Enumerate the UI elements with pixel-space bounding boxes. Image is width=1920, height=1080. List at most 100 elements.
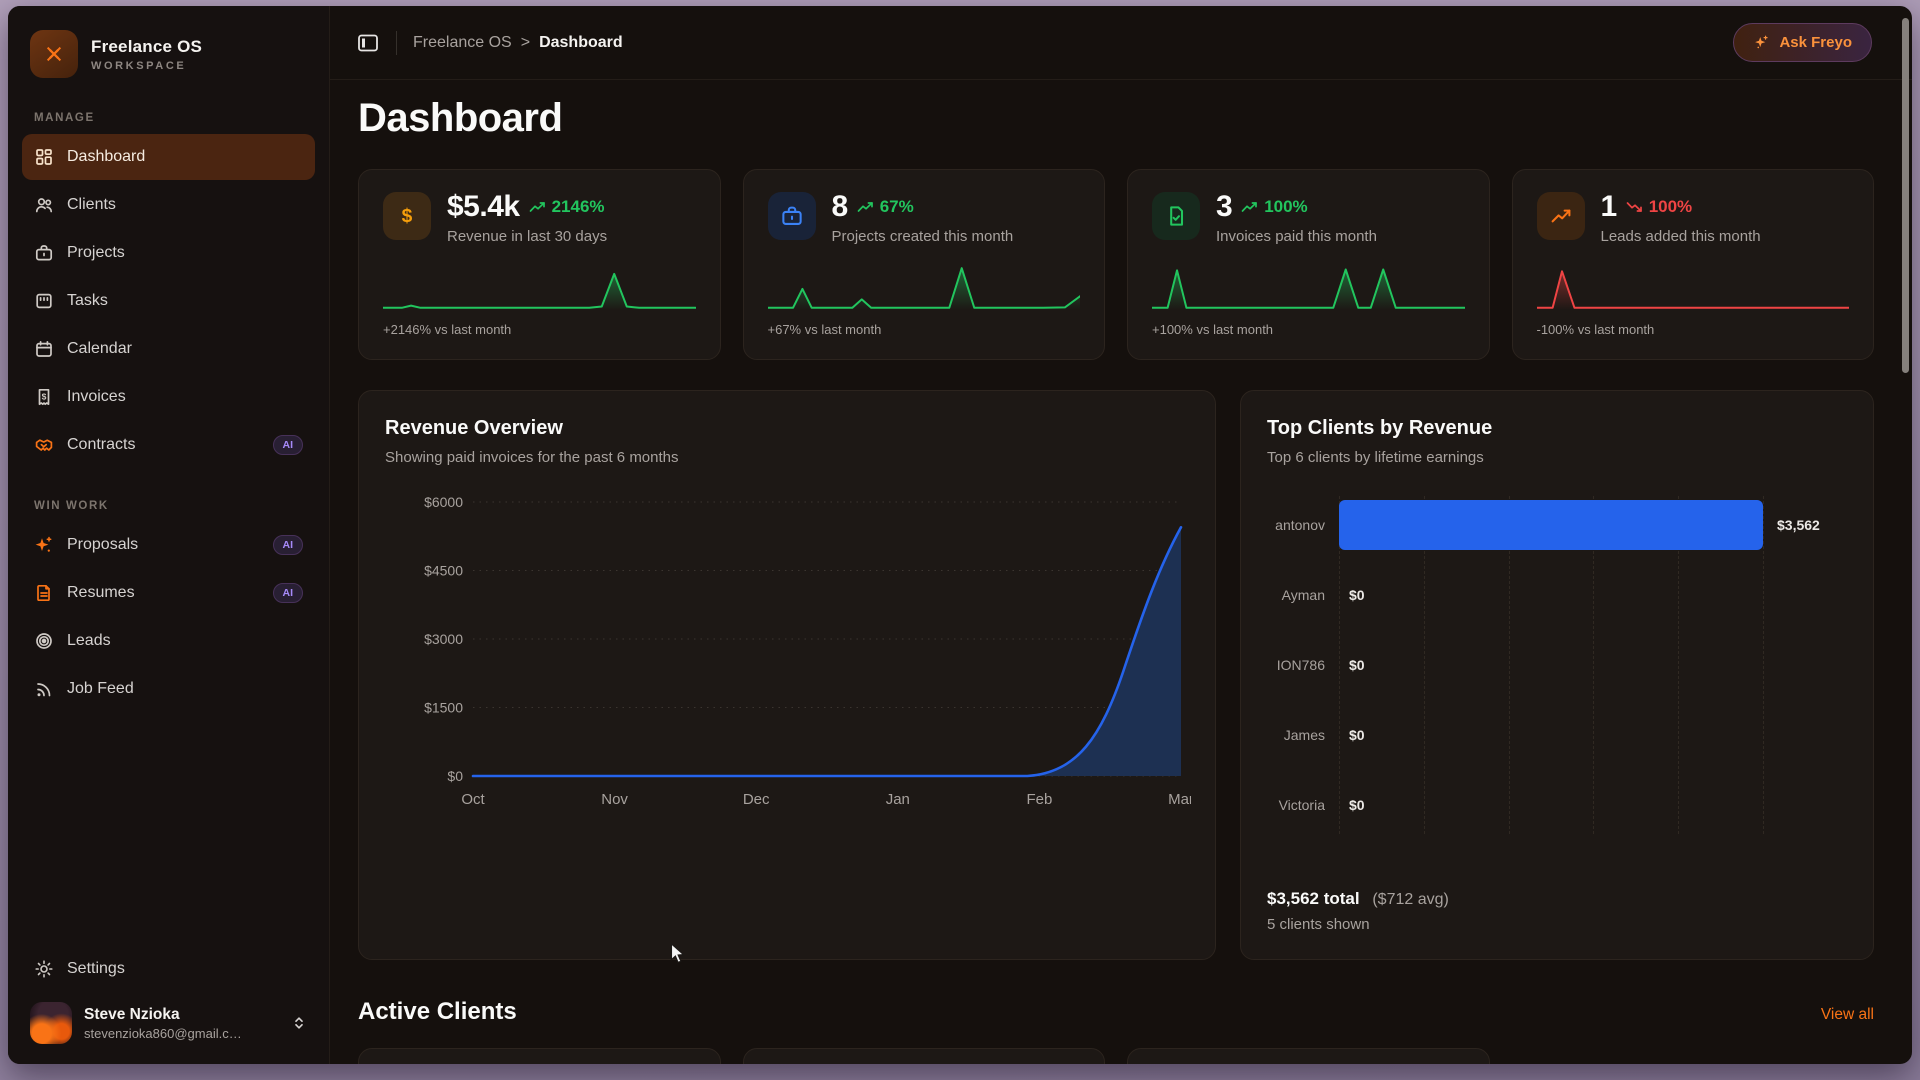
- main-content: Dashboard $ $5.4k 2146% Revenue in last …: [330, 80, 1912, 1064]
- revenue-panel-title: Revenue Overview: [385, 417, 1189, 440]
- svg-text:Oct: Oct: [461, 791, 485, 808]
- svg-text:$0: $0: [447, 768, 463, 784]
- stat-trend-value: 2146%: [552, 197, 605, 217]
- revenue-panel-subtitle: Showing paid invoices for the past 6 mon…: [385, 449, 1189, 466]
- sidebar-item-resumes[interactable]: Resumes AI: [22, 570, 315, 616]
- sidebar-toggle-icon[interactable]: [356, 31, 380, 55]
- svg-text:Dec: Dec: [743, 791, 770, 808]
- briefcase-icon: [34, 243, 54, 263]
- sidebar-item-contracts[interactable]: ContractsAI: [22, 422, 315, 468]
- stat-trend: 100%: [1241, 197, 1307, 217]
- revenue-overview-panel: Revenue Overview Showing paid invoices f…: [358, 390, 1216, 960]
- clients-bar-chart: antonov $3,562 Ayman $0 ION786 $0 James …: [1267, 490, 1847, 840]
- scrollbar-thumb[interactable]: [1902, 18, 1909, 373]
- client-bar-row: James $0: [1267, 700, 1847, 770]
- sidebar-item-tasks[interactable]: Tasks: [22, 278, 315, 324]
- sidebar-item-projects[interactable]: Projects: [22, 230, 315, 276]
- client-bar-track: $0: [1339, 700, 1847, 770]
- sidebar-item-label: Calendar: [67, 340, 303, 358]
- ai-badge: AI: [273, 583, 304, 604]
- stat-card-header: 8 67% Projects created this month: [768, 192, 1081, 245]
- breadcrumb-root[interactable]: Freelance OS: [413, 34, 512, 52]
- client-bar-track: $3,562: [1339, 490, 1847, 560]
- target-icon: [34, 631, 54, 651]
- ai-badge: AI: [273, 535, 304, 556]
- nav-section-label-manage: MANAGE: [34, 112, 315, 124]
- calendar-icon: [34, 339, 54, 359]
- stat-footer: +67% vs last month: [768, 322, 1081, 337]
- sidebar-item-settings[interactable]: Settings: [22, 946, 315, 992]
- workspace-subtitle: WORKSPACE: [91, 60, 202, 72]
- stat-card-header: 3 100% Invoices paid this month: [1152, 192, 1465, 245]
- svg-text:Mar: Mar: [1168, 791, 1191, 808]
- client-bar-label: ION786: [1267, 657, 1325, 673]
- client-bar-row: Ayman $0: [1267, 560, 1847, 630]
- active-clients-header: Active Clients View all: [358, 998, 1874, 1026]
- sidebar-item-proposals[interactable]: Proposals AI: [22, 522, 315, 568]
- stat-label: Invoices paid this month: [1216, 228, 1377, 245]
- chevrons-up-down-icon: [291, 1015, 307, 1031]
- client-bar[interactable]: [1339, 500, 1763, 550]
- clients-count: 5 clients shown: [1267, 916, 1847, 933]
- sidebar-item-label: Resumes: [67, 584, 260, 602]
- sidebar-item-invoices[interactable]: $Invoices: [22, 374, 315, 420]
- sidebar-item-label: Tasks: [67, 292, 303, 310]
- user-menu[interactable]: Steve Nzioka stevenzioka860@gmail.c…: [22, 994, 315, 1046]
- client-bar-track: $0: [1339, 770, 1847, 840]
- stat-footer: +100% vs last month: [1152, 322, 1465, 337]
- sidebar-item-label: Projects: [67, 244, 303, 262]
- svg-text:Jan: Jan: [886, 791, 910, 808]
- client-card-antonov-and-patners[interactable]: antonov and patners: [358, 1048, 721, 1064]
- invoice-icon: $: [34, 387, 54, 407]
- client-bar-row: Victoria $0: [1267, 770, 1847, 840]
- client-bar-value: $0: [1349, 727, 1365, 743]
- trend-down-icon: [1626, 198, 1644, 216]
- user-name: Steve Nzioka: [84, 1006, 279, 1024]
- client-bar-label: antonov: [1267, 517, 1325, 533]
- rss-icon: [34, 679, 54, 699]
- trend-up-icon: [1241, 198, 1259, 216]
- sidebar-item-label: Dashboard: [67, 148, 303, 166]
- ask-freyo-button[interactable]: Ask Freyo: [1733, 23, 1872, 62]
- clients-total-line: $3,562 total ($712 avg): [1267, 889, 1847, 909]
- sidebar-item-label: Clients: [67, 196, 303, 214]
- client-bar-track: $0: [1339, 630, 1847, 700]
- client-bar-value: $0: [1349, 657, 1365, 673]
- view-all-link[interactable]: View all: [1821, 1006, 1874, 1024]
- stat-cards-row: $ $5.4k 2146% Revenue in last 30 days +2…: [358, 169, 1874, 360]
- sparkle-icon: [1753, 34, 1770, 51]
- workspace-header[interactable]: Freelance OS WORKSPACE: [22, 26, 315, 82]
- sidebar-item-job-feed[interactable]: Job Feed: [22, 666, 315, 712]
- sidebar-item-dashboard[interactable]: Dashboard: [22, 134, 315, 180]
- sidebar-item-leads[interactable]: Leads: [22, 618, 315, 664]
- active-clients-title: Active Clients: [358, 998, 517, 1026]
- client-bar-label: Victoria: [1267, 797, 1325, 813]
- client-bar-row: ION786 $0: [1267, 630, 1847, 700]
- stat-card-header: $ $5.4k 2146% Revenue in last 30 days: [383, 192, 696, 245]
- stat-value: $5.4k: [447, 192, 520, 222]
- sidebar-item-clients[interactable]: Clients: [22, 182, 315, 228]
- sidebar-item-label: Leads: [67, 632, 303, 650]
- content-column: Freelance OS > Dashboard Ask Freyo Dashb…: [330, 6, 1912, 1064]
- user-email: stevenzioka860@gmail.c…: [84, 1026, 279, 1041]
- workspace-meta: Freelance OS WORKSPACE: [91, 37, 202, 72]
- settings-label: Settings: [67, 960, 303, 978]
- client-bar-row: antonov $3,562: [1267, 490, 1847, 560]
- client-card-james-mwangi[interactable]: James Mwangi: [743, 1048, 1106, 1064]
- resume-icon: [34, 583, 54, 603]
- svg-text:$: $: [42, 392, 47, 402]
- sidebar-item-label: Job Feed: [67, 680, 303, 698]
- client-bar-label: James: [1267, 727, 1325, 743]
- workspace-logo-icon: [30, 30, 78, 78]
- active-clients-grid: antonov and patners James Mwangi Ayman: [358, 1048, 1874, 1064]
- topbar-divider: [396, 31, 397, 55]
- stat-label: Projects created this month: [832, 228, 1014, 245]
- breadcrumb-separator: >: [521, 34, 530, 52]
- stat-card-projects-created-this-month: 8 67% Projects created this month +67% v…: [743, 169, 1106, 360]
- client-card-ayman[interactable]: Ayman: [1127, 1048, 1490, 1064]
- svg-text:$6000: $6000: [424, 494, 463, 510]
- sidebar-item-calendar[interactable]: Calendar: [22, 326, 315, 372]
- stat-footer: +2146% vs last month: [383, 322, 696, 337]
- sidebar-item-label: Proposals: [67, 536, 260, 554]
- svg-text:$3000: $3000: [424, 631, 463, 647]
